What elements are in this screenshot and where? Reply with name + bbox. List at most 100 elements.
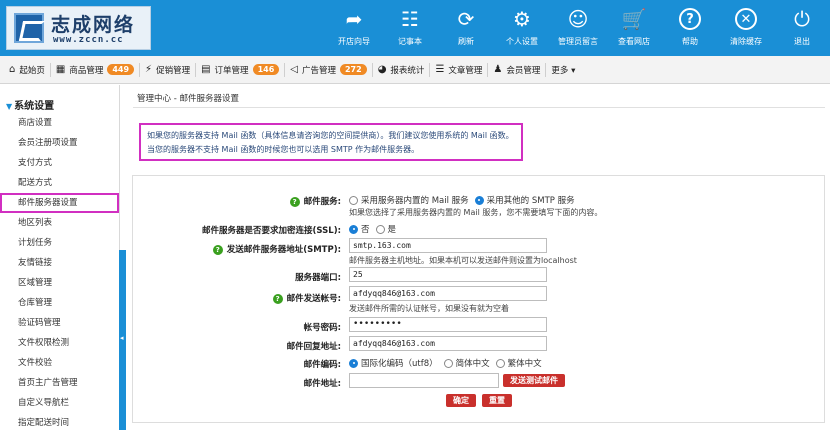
sidebar-title-label: 系统设置 bbox=[14, 101, 55, 112]
divider bbox=[133, 107, 825, 108]
article-icon: ☰ bbox=[435, 64, 445, 75]
sidebar-item[interactable]: 验证码管理 bbox=[0, 313, 119, 333]
sidebar: ▼ 系统设置 商店设置 会员注册项设置 支付方式 配送方式 邮件服务器设置 地区列表 计划任务… bbox=[0, 85, 120, 430]
nav-label: 促销管理 bbox=[156, 65, 191, 76]
sidebar-item[interactable]: 自定义导航栏 bbox=[0, 393, 119, 413]
mail-service-builtin-radio[interactable]: 采用服务器内置的 Mail 服务 bbox=[349, 194, 469, 206]
submit-button[interactable]: 确定 bbox=[446, 394, 476, 407]
nav-label: 更多 ▾ bbox=[551, 65, 576, 76]
toolbar-button-1[interactable]: ☷ 记事本 bbox=[382, 0, 438, 56]
sidebar-item[interactable]: 指定配送时间 bbox=[0, 413, 119, 430]
reply-to-input[interactable]: afdyqq846@163.com bbox=[349, 336, 547, 351]
logo-url: www.zccn.cc bbox=[53, 35, 124, 45]
toolbar-label: 个人设置 bbox=[506, 37, 538, 46]
help-icon[interactable]: ? bbox=[212, 244, 223, 255]
radio-icon bbox=[349, 195, 358, 205]
password-input[interactable]: ••••••••• bbox=[349, 317, 547, 332]
notice-line-1: 如果您的服务器支持 Mail 函数（具体信息请咨询您的空间提供商）。我们建议您使… bbox=[147, 131, 514, 140]
sidebar-item[interactable]: 支付方式 bbox=[0, 153, 119, 173]
notebook-icon: ☷ bbox=[401, 7, 419, 31]
toolbar-label: 管理员留言 bbox=[558, 37, 598, 46]
sidebar-item[interactable]: 文件权限检测 bbox=[0, 333, 119, 353]
sidebar-item[interactable]: 配送方式 bbox=[0, 173, 119, 193]
send-test-email-button[interactable]: 发送测试邮件 bbox=[503, 374, 565, 387]
sidebar-item[interactable]: 仓库管理 bbox=[0, 293, 119, 313]
logo-icon bbox=[14, 13, 44, 43]
sidebar-item[interactable]: 会员注册项设置 bbox=[0, 133, 119, 153]
ssl-yes-radio[interactable]: 是 bbox=[375, 223, 396, 235]
radio-icon bbox=[375, 224, 385, 234]
charset-gb-radio[interactable]: 简体中文 bbox=[443, 357, 490, 369]
nav-label: 订单管理 bbox=[214, 65, 249, 76]
nav-item-7[interactable]: ♟ 会员管理 bbox=[488, 56, 545, 84]
charset-options: 国际化编码（utf8） 简体中文 繁体中文 bbox=[349, 357, 548, 369]
toolbar-button-4[interactable]: ☺ 管理员留言 bbox=[550, 0, 606, 56]
stats-icon: ◕ bbox=[377, 64, 387, 75]
logo-name: 志成网络 bbox=[51, 14, 136, 36]
refresh-icon: ⟳ bbox=[457, 7, 475, 31]
sidebar-item[interactable]: 区域管理 bbox=[0, 273, 119, 293]
power-icon: ⏻ bbox=[794, 7, 810, 31]
nav-item-5[interactable]: ◕ 报表统计 bbox=[373, 56, 430, 84]
charset-label: 邮件编码: bbox=[303, 360, 341, 370]
toolbar-label: 退出 bbox=[794, 37, 810, 46]
mail-service-options: 采用服务器内置的 Mail 服务 采用其他的 SMTP 服务 bbox=[349, 194, 581, 206]
toolbar-button-2[interactable]: ⟳ 刷新 bbox=[438, 0, 494, 56]
count-badge: 272 bbox=[339, 64, 367, 75]
home-icon: ⌂ bbox=[9, 64, 16, 75]
sidebar-item[interactable]: 友情链接 bbox=[0, 253, 119, 273]
member-icon: ♟ bbox=[493, 64, 503, 75]
top-header: 志成网络 www.zccn.cc ➦ 开店向导 ☷ 记事本 ⟳ 刷新 ⚙ 个人设置 ☺ 管理员留言… bbox=[0, 0, 830, 56]
top-toolbar: ➦ 开店向导 ☷ 记事本 ⟳ 刷新 ⚙ 个人设置 ☺ 管理员留言 🛒 查看网店 ? 帮助 ✕ 清除缓存 ⏻ 退出 bbox=[326, 0, 830, 56]
sidebar-item[interactable]: 首页主广告管理 bbox=[0, 373, 119, 393]
nav-item-4[interactable]: ◁ 广告管理 272 bbox=[285, 56, 371, 84]
sidebar-item[interactable]: 文件校验 bbox=[0, 353, 119, 373]
radio-icon bbox=[443, 358, 453, 368]
sidebar-section-title[interactable]: ▼ 系统设置 bbox=[6, 97, 54, 112]
ad-icon: ◁ bbox=[290, 64, 298, 75]
reset-button[interactable]: 重置 bbox=[482, 394, 512, 407]
sidebar-item[interactable]: 计划任务 bbox=[0, 233, 119, 253]
ssl-no-radio[interactable]: 否 bbox=[349, 223, 370, 235]
mail-service-smtp-radio[interactable]: 采用其他的 SMTP 服务 bbox=[474, 194, 575, 206]
nav-item-2[interactable]: ⚡ 促销管理 bbox=[140, 56, 195, 84]
help-icon[interactable]: ? bbox=[272, 293, 283, 304]
help-icon[interactable]: ? bbox=[289, 196, 300, 207]
account-input[interactable]: afdyqq846@163.com bbox=[349, 286, 547, 301]
nav-label: 商品管理 bbox=[69, 65, 104, 76]
goods-icon: ▦ bbox=[55, 64, 66, 75]
promo-icon: ⚡ bbox=[145, 64, 153, 75]
charset-big5-radio[interactable]: 繁体中文 bbox=[495, 357, 542, 369]
sidebar-collapse-handle[interactable]: ◂ bbox=[119, 250, 126, 430]
count-badge: 449 bbox=[107, 64, 135, 75]
smtp-host-input[interactable]: smtp.163.com bbox=[349, 238, 547, 253]
ssl-options: 否 是 bbox=[349, 223, 402, 235]
help-icon: ? bbox=[677, 6, 703, 32]
toolbar-label: 查看网店 bbox=[618, 37, 650, 46]
nav-label: 会员管理 bbox=[506, 65, 541, 76]
sidebar-item[interactable]: 邮件服务器设置 bbox=[0, 193, 119, 213]
nav-item-6[interactable]: ☰ 文章管理 bbox=[430, 56, 487, 84]
radio-icon bbox=[495, 358, 505, 368]
toolbar-button-7[interactable]: ✕ 清除缓存 bbox=[718, 0, 774, 56]
sidebar-item[interactable]: 商店设置 bbox=[0, 113, 119, 133]
nav-item-8[interactable]: 更多 ▾ bbox=[546, 56, 580, 84]
test-email-input[interactable] bbox=[349, 373, 499, 388]
main-nav: ⌂ 起始页 ▦ 商品管理 449 ⚡ 促销管理 ▤ 订单管理 146 ◁ 广告管理 272 ◕ 报表统计 ☰ 文… bbox=[0, 56, 830, 84]
port-input[interactable]: 25 bbox=[349, 267, 547, 282]
notice-line-2: 当您的服务器不支持 Mail 函数的时候您也可以选用 SMTP 作为邮件服务器。 bbox=[147, 145, 420, 154]
toolbar-button-5[interactable]: 🛒 查看网店 bbox=[606, 0, 662, 56]
charset-utf8-radio[interactable]: 国际化编码（utf8） bbox=[349, 357, 438, 369]
cart-icon: 🛒 bbox=[621, 7, 647, 31]
toolbar-button-8[interactable]: ⏻ 退出 bbox=[774, 0, 830, 56]
nav-item-0[interactable]: ⌂ 起始页 bbox=[4, 56, 50, 84]
caret-down-icon: ▼ bbox=[6, 102, 13, 111]
nav-label: 起始页 bbox=[19, 65, 45, 76]
logo[interactable]: 志成网络 www.zccn.cc bbox=[6, 6, 151, 50]
toolbar-button-3[interactable]: ⚙ 个人设置 bbox=[494, 0, 550, 56]
toolbar-button-6[interactable]: ? 帮助 bbox=[662, 0, 718, 56]
nav-item-3[interactable]: ▤ 订单管理 146 bbox=[196, 56, 284, 84]
toolbar-button-0[interactable]: ➦ 开店向导 bbox=[326, 0, 382, 56]
nav-item-1[interactable]: ▦ 商品管理 449 bbox=[51, 56, 139, 84]
sidebar-item[interactable]: 地区列表 bbox=[0, 213, 119, 233]
